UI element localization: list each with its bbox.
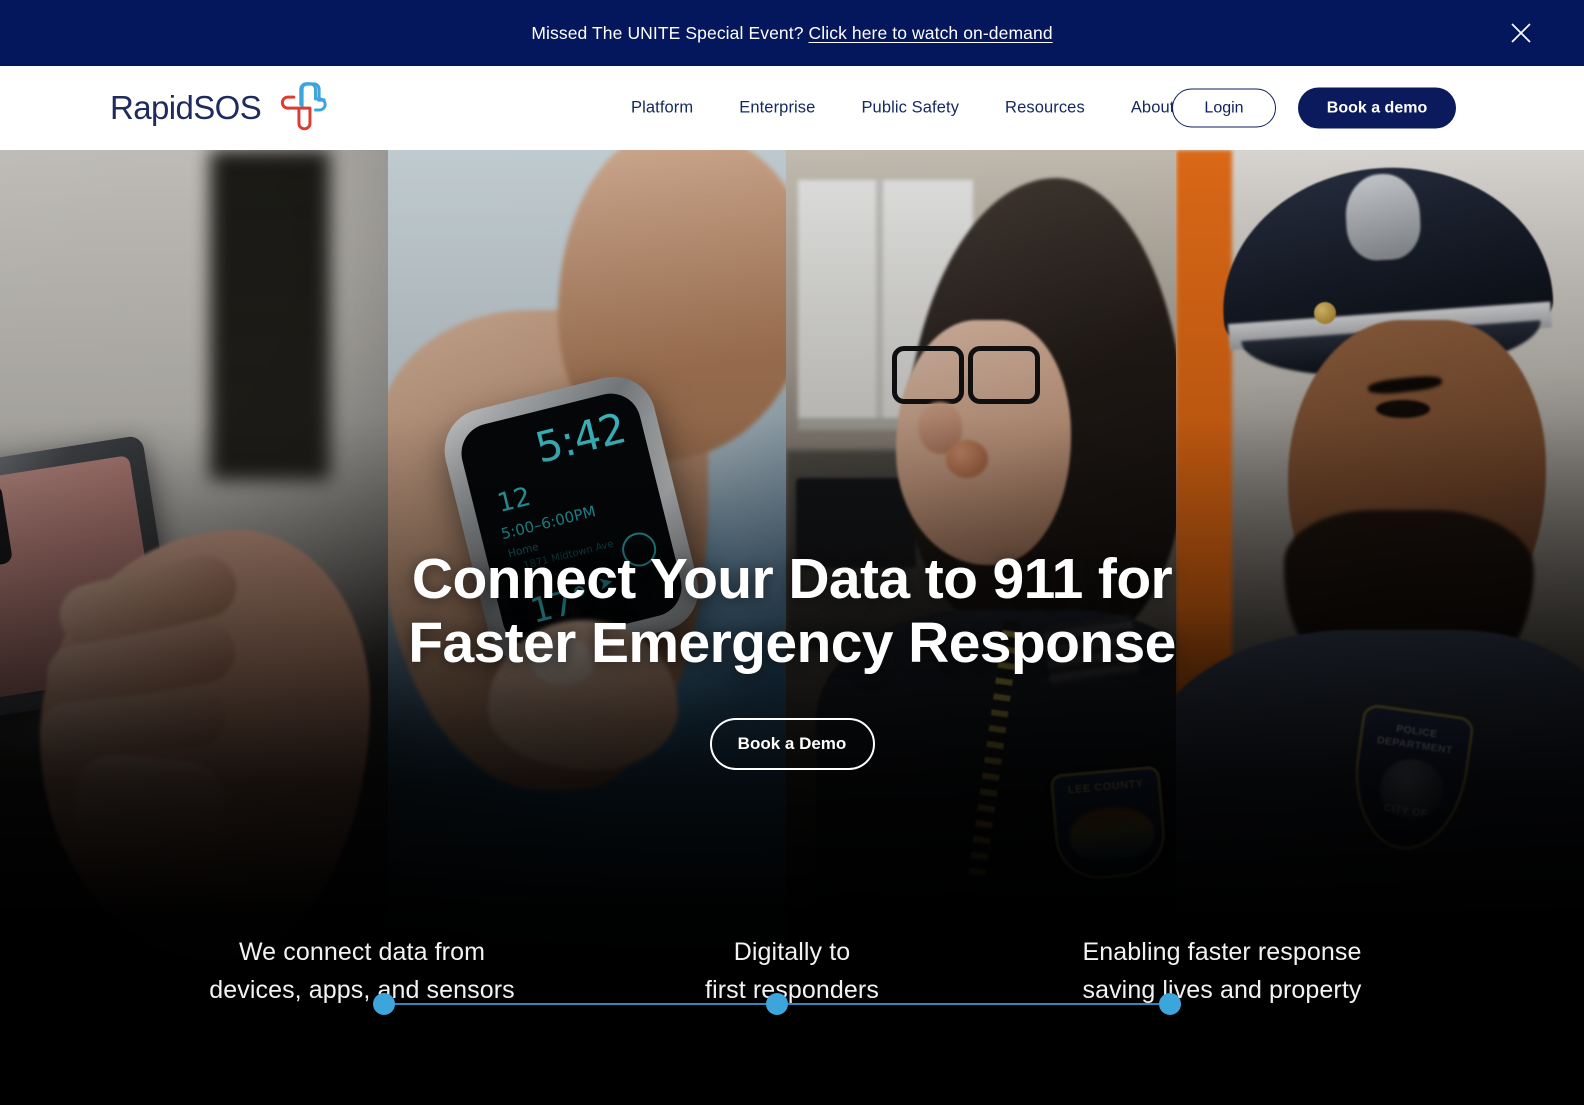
lee-county-patch: LEE COUNTY [1049,765,1169,883]
progress-dot-1[interactable] [373,993,395,1015]
eyeglasses [892,346,1042,408]
nav-item-enterprise[interactable]: Enterprise [716,99,838,118]
book-demo-button[interactable]: Book a demo [1298,87,1456,129]
header-actions: Login Book a demo [1172,87,1456,129]
site-header: RapidSOS Platform Enterprise Public Safe… [0,66,1584,150]
value-prop-1-line-1: We connect data from [238,938,486,966]
progress-track [373,993,1181,1015]
nav-item-platform[interactable]: Platform [608,99,716,118]
rapidsos-cross-logo [275,81,327,135]
announcement-message: Missed The UNITE Special Event? [531,22,804,43]
lee-county-patch-text: LEE COUNTY [1067,777,1145,797]
nav-item-public-safety[interactable]: Public Safety [838,99,982,118]
progress-dot-3[interactable] [1159,993,1181,1015]
police-cap [1213,156,1557,386]
close-icon[interactable] [1506,18,1536,48]
hero-copy: Connect Your Data to 911 for Faster Emer… [0,547,1584,770]
logo-link[interactable]: RapidSOS [110,81,327,135]
hero-section: 5:42 12 5:00–6:00PM Home 1871 Midtown Av… [0,150,1584,1105]
headset-microphone [946,440,988,478]
announcement-text: Missed The UNITE Special Event? Click he… [531,23,1052,44]
value-prop-3-line-1: Enabling faster response [1082,938,1362,966]
progress-dot-2[interactable] [766,993,788,1015]
page-title: Connect Your Data to 911 for Faster Emer… [408,547,1176,675]
nav-item-resources[interactable]: Resources [982,99,1108,118]
login-button[interactable]: Login [1172,88,1276,128]
hero-book-demo-button[interactable]: Book a Demo [709,717,875,770]
logo-wordmark: RapidSOS [110,89,262,126]
watch-time: 5:42 [530,403,630,473]
announcement-banner: Missed The UNITE Special Event? Click he… [0,0,1584,66]
cap-badge [1343,172,1423,262]
value-prop-2-line-1: Digitally to [733,938,851,966]
watch-event-range: 5:00–6:00PM [499,502,598,544]
announcement-link[interactable]: Click here to watch on-demand [809,23,1053,43]
watch-day: 12 [494,481,534,519]
patch-line-3: CITY OF [1383,801,1429,820]
main-navigation: Platform Enterprise Public Safety Resour… [608,99,1197,118]
